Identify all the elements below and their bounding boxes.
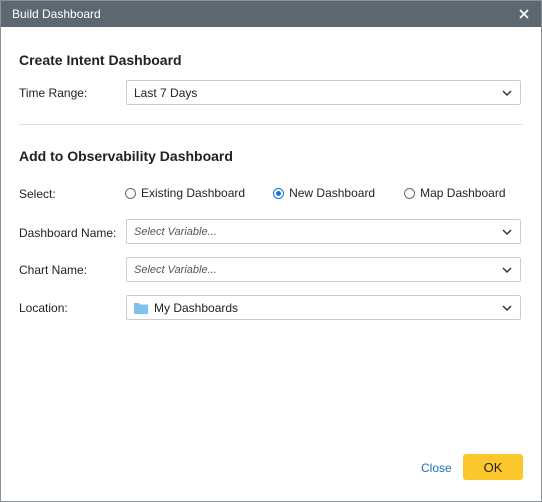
time-range-select[interactable]: Last 7 Days: [126, 80, 521, 105]
radio-label: Map Dashboard: [420, 186, 506, 200]
radio-label: Existing Dashboard: [141, 186, 246, 200]
intent-heading: Create Intent Dashboard: [19, 52, 182, 68]
build-dashboard-dialog: Build Dashboard Create Intent Dashboard …: [0, 0, 542, 502]
location-value: My Dashboards: [154, 300, 239, 315]
chevron-down-icon: [502, 89, 512, 96]
close-icon[interactable]: [517, 7, 531, 21]
chevron-down-icon: [502, 266, 512, 273]
chevron-down-icon: [502, 304, 512, 311]
time-range-value: Last 7 Days: [134, 85, 198, 100]
chart-name-label: Chart Name:: [19, 263, 88, 277]
location-select[interactable]: My Dashboards: [126, 295, 521, 320]
chart-name-placeholder: Select Variable...: [134, 263, 217, 276]
location-label: Location:: [19, 301, 68, 315]
dashboard-name-placeholder: Select Variable...: [134, 225, 217, 238]
ok-button[interactable]: OK: [463, 454, 523, 480]
dashboard-name-label: Dashboard Name:: [19, 226, 117, 240]
radio-label: New Dashboard: [289, 186, 376, 200]
dashboard-type-radio-group: Existing Dashboard New Dashboard Map Das…: [125, 186, 506, 200]
section-divider: [19, 124, 523, 125]
close-link[interactable]: Close: [421, 461, 452, 475]
select-label: Select:: [19, 187, 56, 201]
chart-name-select[interactable]: Select Variable...: [126, 257, 521, 282]
radio-circle-selected: [273, 187, 285, 199]
dialog-title: Build Dashboard: [12, 7, 101, 21]
radio-circle: [125, 187, 136, 199]
chevron-down-icon: [502, 228, 512, 235]
radio-new-dashboard[interactable]: New Dashboard: [273, 186, 375, 200]
radio-map-dashboard[interactable]: Map Dashboard: [404, 186, 506, 200]
folder-icon: [134, 302, 148, 314]
dashboard-name-select[interactable]: Select Variable...: [126, 219, 521, 244]
radio-existing-dashboard[interactable]: Existing Dashboard: [125, 186, 245, 200]
observability-heading: Add to Observability Dashboard: [19, 148, 233, 164]
time-range-label: Time Range:: [19, 86, 88, 100]
dialog-titlebar: Build Dashboard: [1, 1, 541, 27]
radio-circle: [404, 187, 416, 199]
